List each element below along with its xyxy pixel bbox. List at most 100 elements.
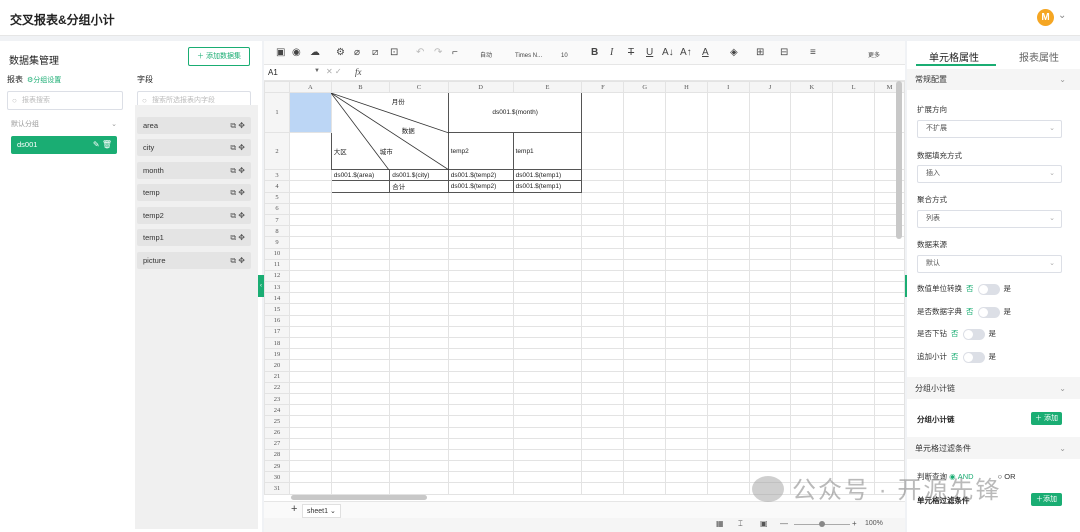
column-header[interactable]: G xyxy=(623,81,667,94)
cell[interactable] xyxy=(706,281,750,294)
border-icon[interactable]: ⊞ xyxy=(756,46,764,60)
cell[interactable] xyxy=(665,132,708,171)
cell[interactable] xyxy=(706,169,750,182)
page-layout-icon[interactable]: ▣ xyxy=(760,519,768,528)
cell[interactable] xyxy=(706,132,750,171)
cell[interactable] xyxy=(874,281,905,294)
cell[interactable] xyxy=(665,381,708,394)
cell[interactable] xyxy=(330,191,391,204)
cell[interactable] xyxy=(288,258,332,271)
cell[interactable] xyxy=(874,314,905,327)
cell[interactable] xyxy=(623,213,667,227)
cell[interactable] xyxy=(581,269,625,283)
cell[interactable] xyxy=(623,180,667,193)
cell[interactable] xyxy=(665,415,708,428)
font-increase-icon[interactable]: A↑ xyxy=(680,46,692,60)
cell[interactable] xyxy=(623,348,667,361)
field-item[interactable]: picture ⧉ ✥ xyxy=(137,252,251,269)
cell[interactable] xyxy=(330,404,391,417)
cell[interactable] xyxy=(748,370,792,383)
cell[interactable] xyxy=(623,314,667,327)
cell[interactable] xyxy=(447,202,514,215)
cell[interactable] xyxy=(832,314,876,327)
cell[interactable] xyxy=(748,392,792,406)
cell[interactable] xyxy=(447,292,514,305)
cell[interactable] xyxy=(665,392,708,406)
cell[interactable] xyxy=(581,448,625,462)
cell[interactable] xyxy=(665,359,708,372)
cell[interactable] xyxy=(389,213,449,227)
cell[interactable] xyxy=(581,247,625,260)
cell[interactable] xyxy=(447,303,514,316)
cell[interactable] xyxy=(748,325,792,339)
row-header[interactable]: 20 xyxy=(264,359,290,372)
cell[interactable] xyxy=(288,336,332,350)
cell[interactable] xyxy=(832,236,876,249)
cell[interactable] xyxy=(623,258,667,271)
cell[interactable] xyxy=(874,426,905,439)
row-header[interactable]: 25 xyxy=(264,415,290,428)
cell[interactable] xyxy=(512,426,583,439)
cell[interactable] xyxy=(706,404,750,417)
cell[interactable] xyxy=(832,225,876,238)
row-header[interactable]: 28 xyxy=(264,448,290,462)
cell[interactable] xyxy=(330,415,391,428)
row-header[interactable]: 18 xyxy=(264,336,290,350)
cell[interactable] xyxy=(581,325,625,339)
cell[interactable] xyxy=(748,314,792,327)
field-item[interactable]: temp1 ⧉ ✥ xyxy=(137,229,251,246)
cell[interactable] xyxy=(288,314,332,327)
cell[interactable] xyxy=(832,404,876,417)
cell[interactable] xyxy=(389,348,449,361)
cell[interactable] xyxy=(706,292,750,305)
cell[interactable] xyxy=(832,415,876,428)
cell[interactable] xyxy=(512,292,583,305)
cell[interactable] xyxy=(447,281,514,294)
cell[interactable] xyxy=(665,236,708,249)
cell[interactable] xyxy=(706,482,750,495)
cell[interactable] xyxy=(748,437,792,450)
cell[interactable] xyxy=(706,314,750,327)
dataset-item[interactable]: ds001 ✎ 🗑 xyxy=(11,136,117,154)
cell[interactable] xyxy=(389,460,449,473)
cell[interactable] xyxy=(832,303,876,316)
font-decrease-icon[interactable]: A↓ xyxy=(662,46,674,60)
lock-icon[interactable]: ⊡ xyxy=(390,46,398,60)
page-break-icon[interactable]: ⌶ xyxy=(738,519,743,529)
cell[interactable] xyxy=(512,370,583,383)
cell[interactable] xyxy=(706,426,750,439)
row-header[interactable]: 22 xyxy=(264,381,290,394)
cell[interactable] xyxy=(447,258,514,271)
copy-move-icon[interactable]: ⧉ ✥ xyxy=(230,252,245,269)
cell[interactable] xyxy=(832,269,876,283)
cell[interactable] xyxy=(581,92,625,134)
underline-icon[interactable]: U xyxy=(646,46,653,60)
cell[interactable] xyxy=(790,92,834,134)
cell[interactable] xyxy=(665,460,708,473)
row-header[interactable]: 1 xyxy=(264,92,290,134)
cell[interactable] xyxy=(330,348,391,361)
cell[interactable] xyxy=(665,303,708,316)
report-search-input[interactable]: ○ 报表搜索 xyxy=(7,91,123,110)
copy-move-icon[interactable]: ⧉ ✥ xyxy=(230,117,245,134)
redo-icon[interactable]: ↷ xyxy=(434,46,442,60)
copy-move-icon[interactable]: ⧉ ✥ xyxy=(230,139,245,156)
cell[interactable] xyxy=(874,336,905,350)
dict-toggle[interactable] xyxy=(977,306,1000,318)
copy-move-icon[interactable]: ⧉ ✥ xyxy=(230,162,245,179)
cell[interactable] xyxy=(330,482,391,495)
cell[interactable] xyxy=(288,381,332,394)
cell[interactable] xyxy=(512,448,583,462)
cell[interactable] xyxy=(748,202,792,215)
cell[interactable] xyxy=(288,471,332,484)
row-header[interactable]: 17 xyxy=(264,325,290,339)
cell[interactable] xyxy=(581,348,625,361)
group-settings-link[interactable]: ⚙分组设置 xyxy=(27,75,61,85)
cell[interactable] xyxy=(790,258,834,271)
cell[interactable]: ds001.$(temp2) xyxy=(447,169,514,182)
cell[interactable] xyxy=(748,415,792,428)
cell[interactable] xyxy=(581,258,625,271)
copy-move-icon[interactable]: ⧉ ✥ xyxy=(230,229,245,246)
row-header[interactable]: 10 xyxy=(264,247,290,260)
cell[interactable] xyxy=(790,404,834,417)
